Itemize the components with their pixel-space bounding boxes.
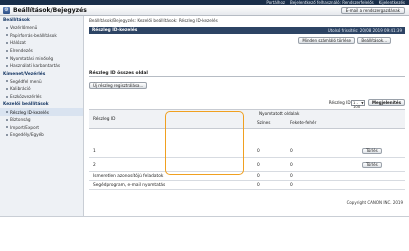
show-button[interactable]: Megjelenítés xyxy=(368,99,405,106)
chevron-down-icon: ▼ xyxy=(361,101,364,105)
footer-divider xyxy=(0,216,409,220)
clear-all-counters-button[interactable]: Minden számláló törlése xyxy=(298,37,355,44)
table-row: 1 0 0 Törlés xyxy=(89,146,405,158)
bullet-icon xyxy=(6,34,8,37)
printed-pages-highlight xyxy=(165,111,244,175)
printed-pages-header: Nyomtatott oldalak xyxy=(259,111,300,116)
delete-button[interactable]: Törlés xyxy=(362,148,382,154)
bw-count-cell: 0 xyxy=(290,183,293,188)
sidebar-item-label: Eszközvezérlés xyxy=(10,94,42,100)
department-id-range-label: Részleg ID: xyxy=(328,100,352,105)
department-id-cell: 1 xyxy=(93,149,96,154)
page-title: Részleg ID-kezelés xyxy=(92,28,138,33)
bw-count-cell: 0 xyxy=(290,174,293,179)
sidebar-item-license-other[interactable]: Engedély/Egyéb xyxy=(0,131,83,139)
bw-count-cell: 0 xyxy=(290,149,293,154)
bullet-icon xyxy=(6,111,8,114)
sidebar-item-label: Hálózat xyxy=(10,40,26,46)
last-updated: Utolsó frissítés: 20/08 2019 09:41:39 xyxy=(327,28,402,33)
department-id-cell: 2 xyxy=(93,163,96,168)
sidebar-item-label: Import/Export xyxy=(10,124,40,130)
color-count-cell: 0 xyxy=(257,163,260,168)
bullet-icon xyxy=(6,133,8,136)
app-title: Beállítások/Bejegyzés xyxy=(13,7,87,14)
section-title: Részleg ID összes oldal xyxy=(89,71,148,76)
sidebar-item-security[interactable]: Biztonság xyxy=(0,116,83,124)
table-row: 2 0 0 Törlés xyxy=(89,160,405,172)
sidebar-item-label: Kalibráció xyxy=(10,86,31,92)
email-admin-button[interactable]: E-mail a rendszergazdának xyxy=(340,7,405,14)
color-count-cell: 0 xyxy=(257,149,260,154)
department-id-cell: Segédprogram, e-mail nyomtatás xyxy=(93,183,166,188)
sidebar-item-label: Vezérlőmenü xyxy=(10,25,38,31)
main-content: Beállítások/Bejegyzés: Kezelői beállítás… xyxy=(89,18,405,190)
breadcrumb: Beállítások/Bejegyzés: Kezelői beállítás… xyxy=(89,18,218,23)
bullet-icon xyxy=(6,26,8,29)
sidebar-item-network[interactable]: Hálózat xyxy=(0,39,83,47)
delete-button[interactable]: Törlés xyxy=(362,162,382,168)
sidebar-item-label: Biztonság xyxy=(10,117,31,123)
sidebar-item-import-export[interactable]: Import/Export xyxy=(0,124,83,132)
color-count-cell: 0 xyxy=(257,183,260,188)
bw-column-header: Fekete-fehér xyxy=(290,120,317,125)
bullet-icon xyxy=(6,41,8,44)
bullet-icon xyxy=(6,57,8,60)
range-select-value: 1 - 100 xyxy=(353,100,361,109)
sidebar-item-label: Engedély/Egyéb xyxy=(10,132,44,138)
section-header: Részleg ID összes oldal xyxy=(89,71,405,77)
sidebar-section-settings[interactable]: Beállítások xyxy=(0,16,83,24)
sidebar-item-utility-menu[interactable]: Segédfel menü xyxy=(0,78,83,86)
sidebar-item-print-quality[interactable]: Nyomtatási minőség xyxy=(0,54,83,62)
panel-title-bar: Részleg ID-kezelés Utolsó frissítés: 20/… xyxy=(89,27,405,34)
bullet-icon xyxy=(6,118,8,121)
sidebar-item-calibration[interactable]: Kalibráció xyxy=(0,85,83,93)
sidebar-item-device-control[interactable]: Eszközvezérlés xyxy=(0,93,83,101)
color-column-header: Színes xyxy=(257,120,271,125)
table-row: Ismeretlen azonosítójú feladatok 0 0 xyxy=(89,172,405,181)
color-count-cell: 0 xyxy=(257,174,260,179)
sidebar-item-layout[interactable]: Elrendezés xyxy=(0,47,83,55)
table-row: Segédprogram, e-mail nyomtatás 0 0 xyxy=(89,181,405,190)
table-header: Részleg ID Nyomtatott oldalak Színes Fek… xyxy=(89,109,405,129)
bullet-icon xyxy=(6,126,8,129)
sidebar-item-paper-source[interactable]: Papírforrás-beállítások xyxy=(0,32,83,40)
sidebar-item-label: Elrendezés xyxy=(10,48,33,54)
sidebar-section-output-control[interactable]: Kímenet/Vezérlés xyxy=(0,70,83,78)
sidebar-section-management[interactable]: Kezelői beállítások xyxy=(0,100,83,108)
bullet-icon xyxy=(6,80,8,83)
department-id-header: Részleg ID xyxy=(93,117,116,122)
department-id-range-select[interactable]: 1 - 100 ▼ xyxy=(351,100,365,109)
bullet-icon xyxy=(6,49,8,52)
register-new-department-button[interactable]: Új részleg regisztrálása... xyxy=(89,82,148,89)
app-header: ⚙ Beállítások/Bejegyzés E-mail a rendsze… xyxy=(0,5,409,16)
sidebar-item-label: Segédfel menü xyxy=(10,78,42,84)
copyright: Copyright CANON INC. 2019 xyxy=(346,200,403,205)
sidebar-item-label: Használati karbantartás xyxy=(10,63,61,69)
bullet-icon xyxy=(6,95,8,98)
sidebar-item-label: Papírforrás-beállítások xyxy=(10,32,57,38)
bullet-icon xyxy=(6,87,8,90)
sidebar-item-label: Részleg ID-kezelés xyxy=(10,109,49,115)
settings-button[interactable]: Beállítások... xyxy=(357,37,391,44)
sidebar-item-maintenance[interactable]: Használati karbantartás xyxy=(0,62,83,70)
department-id-cell: Ismeretlen azonosítójú feladatok xyxy=(93,174,164,179)
sidebar: Beállítások Vezérlőmenü Papírforrás-beál… xyxy=(0,16,84,216)
settings-app-icon: ⚙ xyxy=(3,7,10,14)
sidebar-item-department-id[interactable]: Részleg ID-kezelés xyxy=(0,108,83,116)
bullet-icon xyxy=(6,64,8,67)
bw-count-cell: 0 xyxy=(290,163,293,168)
sidebar-item-control-menu[interactable]: Vezérlőmenü xyxy=(0,24,83,32)
sidebar-item-label: Nyomtatási minőség xyxy=(10,55,54,61)
